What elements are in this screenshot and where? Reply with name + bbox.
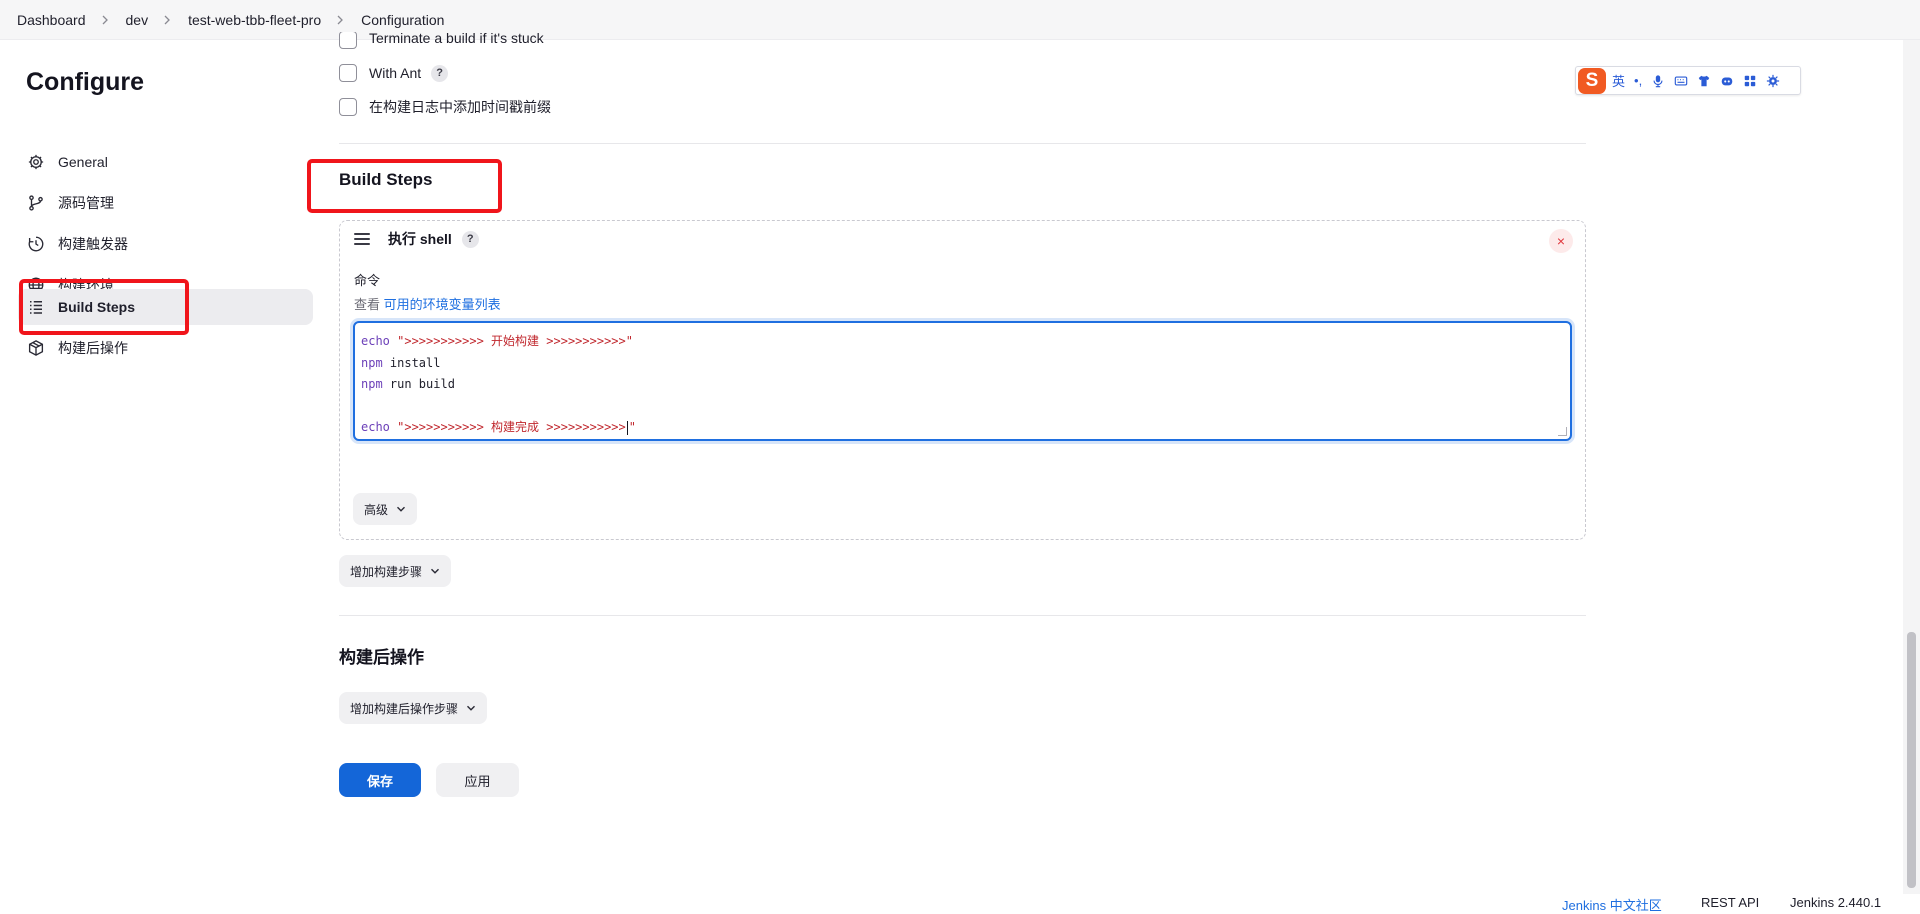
checkbox[interactable]: [339, 64, 357, 82]
option-terminate-stuck: Terminate a build if it's stuck: [339, 32, 544, 50]
command-label: 命令: [354, 273, 381, 288]
microphone-icon[interactable]: [1651, 74, 1665, 88]
resize-handle-icon[interactable]: [1558, 427, 1567, 436]
code-line: npm run build: [361, 377, 455, 391]
chevron-right-icon: [335, 15, 345, 25]
checkbox[interactable]: [339, 32, 357, 49]
advanced-button[interactable]: 高级: [353, 493, 418, 525]
option-timestamps: 在构建日志中添加时间戳前缀: [339, 97, 551, 117]
section-title-post-build: 构建后操作: [339, 648, 424, 667]
code-line: echo ">>>>>>>>>>> 构建完成 >>>>>>>>>>> ": [361, 420, 636, 435]
ime-logo[interactable]: S: [1578, 67, 1606, 94]
section-title-build-steps: Build Steps: [339, 170, 433, 189]
footer-rest-api-link[interactable]: REST API: [1701, 895, 1759, 910]
ime-language-toggle[interactable]: 英: [1612, 71, 1625, 90]
breadcrumb: Dashboard dev test-web-tbb-fleet-pro Con…: [0, 0, 1920, 40]
code-line: npm install: [361, 355, 441, 370]
option-label: 在构建日志中添加时间戳前缀: [369, 99, 551, 115]
text-cursor: [626, 420, 628, 435]
help-icon[interactable]: ?: [461, 230, 479, 248]
add-build-step-button[interactable]: 增加构建步骤: [339, 555, 452, 587]
apply-button[interactable]: 应用: [436, 763, 519, 797]
divider: [339, 615, 1586, 616]
scrollbar-thumb[interactable]: [1907, 632, 1916, 888]
drag-handle-icon[interactable]: [354, 233, 370, 245]
chevron-right-icon: [100, 15, 110, 25]
breadcrumb-job[interactable]: test-web-tbb-fleet-pro: [188, 12, 321, 28]
save-button[interactable]: 保存: [339, 763, 421, 797]
chevron-down-icon: [467, 705, 476, 711]
option-label: With Ant: [369, 65, 422, 81]
breadcrumb-dashboard[interactable]: Dashboard: [17, 12, 86, 28]
env-prefix: 查看: [354, 297, 384, 312]
build-step-title: 执行 shell: [388, 231, 452, 247]
command-textarea[interactable]: echo ">>>>>>>>>>> 开始构建 >>>>>>>>>>>" npm …: [353, 321, 1572, 441]
build-step-shell: 执行 shell ? × 命令 查看 可用的环境变量列表 echo ">>>>>…: [339, 220, 1586, 540]
robot-icon[interactable]: [1720, 74, 1734, 88]
env-vars-link[interactable]: 可用的环境变量列表: [384, 297, 501, 312]
breadcrumb-configuration[interactable]: Configuration: [361, 12, 444, 28]
code-line: echo ">>>>>>>>>>> 开始构建 >>>>>>>>>>>": [361, 334, 633, 348]
breadcrumb-dev[interactable]: dev: [126, 12, 149, 28]
chevron-down-icon: [431, 568, 440, 574]
help-icon[interactable]: ?: [431, 64, 449, 82]
checkbox[interactable]: [339, 98, 357, 116]
settings-icon[interactable]: [1766, 74, 1780, 88]
chevron-right-icon: [162, 15, 172, 25]
ime-punctuation-toggle[interactable]: •,: [1634, 73, 1642, 88]
close-icon[interactable]: ×: [1549, 229, 1573, 253]
footer-version[interactable]: Jenkins 2.440.1: [1790, 895, 1881, 910]
shirt-icon[interactable]: [1697, 74, 1711, 88]
build-step-header: 执行 shell ?: [354, 229, 479, 249]
chevron-down-icon: [397, 506, 406, 512]
option-with-ant: With Ant ?: [339, 64, 449, 82]
env-vars-line: 查看 可用的环境变量列表: [354, 294, 501, 313]
footer-community-link[interactable]: Jenkins 中文社区: [1562, 895, 1662, 914]
option-label: Terminate a build if it's stuck: [369, 32, 544, 46]
divider: [339, 143, 1586, 144]
ime-toolbar: S 英 •,: [1575, 66, 1801, 95]
keyboard-icon[interactable]: [1674, 74, 1688, 88]
add-post-build-step-button[interactable]: 增加构建后操作步骤: [339, 692, 488, 724]
grid-icon[interactable]: [1743, 74, 1757, 88]
main-content: Terminate a build if it's stuck With Ant…: [0, 32, 1900, 913]
